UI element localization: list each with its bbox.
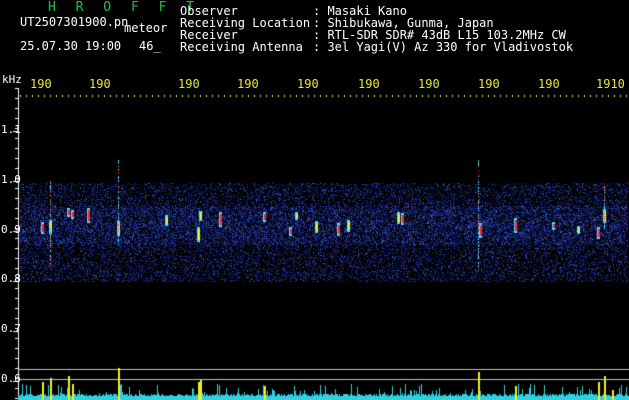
meteor-count: 46_	[139, 39, 161, 53]
y-tick-label: 1.1	[1, 123, 21, 136]
y-tick-label: 0.8	[1, 272, 21, 285]
file-name: UT2507301900.pn	[20, 15, 129, 29]
y-tick-label: 0.7	[1, 322, 21, 335]
y-tick-label: 0.9	[1, 223, 21, 236]
x-tick-label: 190	[538, 77, 560, 91]
y-axis-unit: kHz	[2, 73, 22, 86]
x-tick-label: 190	[89, 77, 111, 91]
x-tick-label: 190	[358, 77, 380, 91]
x-tick-label: 190	[297, 77, 319, 91]
x-tick-label: 190	[178, 77, 200, 91]
spectrogram-canvas	[0, 0, 629, 400]
x-tick-label: 190	[237, 77, 259, 91]
info-label-antenna: Receiving Antenna	[180, 40, 303, 54]
x-tick-label: 1910	[596, 77, 625, 91]
timestamp: 25.07.30 19:00	[20, 39, 122, 53]
y-tick-label: 1.0	[1, 173, 21, 186]
x-tick-label: 190	[478, 77, 500, 91]
x-tick-label: 190	[30, 77, 52, 91]
info-value-antenna: : 3el Yagi(V) Az 330 for Vladivostok	[313, 40, 574, 54]
hrofft-logo: H R O F F T	[48, 0, 201, 15]
mode-label: meteor	[124, 21, 168, 35]
x-tick-label: 190	[418, 77, 440, 91]
y-tick-label: 0.6	[1, 372, 21, 385]
